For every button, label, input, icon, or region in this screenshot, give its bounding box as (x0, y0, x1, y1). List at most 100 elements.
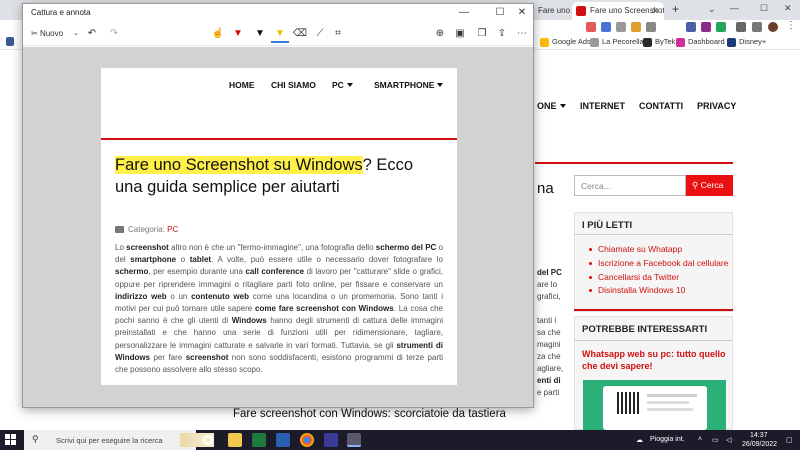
ruler-icon[interactable]: ⟋ (311, 25, 329, 43)
bookmark-item[interactable]: Disney+ (727, 36, 766, 48)
body-text: altro non è che un "fermo-immagine", una… (168, 243, 376, 252)
extension-icon[interactable] (646, 22, 656, 32)
captured-image[interactable]: HOME CHI SIAMO PC SMARTPHONE Fare uno Sc… (101, 68, 457, 385)
chrome-icon[interactable] (300, 433, 314, 447)
body-text: , per esempio durante una (148, 267, 246, 277)
article-thumbnail[interactable] (583, 380, 726, 430)
extension-icon[interactable] (701, 22, 711, 32)
text-fragment: enti di (537, 376, 561, 385)
site-nav-item[interactable]: PRIVACY (697, 101, 736, 111)
whatsapp-web-qr-image (603, 386, 707, 430)
app-icon[interactable] (324, 433, 338, 447)
bookmark-item[interactable]: Dashboard (676, 36, 725, 48)
eraser-icon[interactable]: ⌫ (291, 25, 309, 43)
ballpoint-pen-icon[interactable]: ▼ (229, 25, 247, 43)
divider (535, 162, 733, 164)
clock-time[interactable]: 14:37 (750, 432, 768, 439)
most-read-link[interactable]: Cancellarsi da Twitter (598, 272, 679, 282)
captured-nav-item: HOME (229, 80, 255, 90)
chevron-down-icon[interactable]: ⌄ (71, 25, 81, 43)
maximize-button[interactable]: ☐ (489, 5, 511, 21)
extension-icon[interactable] (601, 22, 611, 32)
captured-nav-item: SMARTPHONE (374, 80, 444, 90)
text-fragment: magini (537, 340, 561, 349)
undo-button[interactable]: ↶ (83, 25, 101, 43)
minimize-icon[interactable]: — (730, 3, 739, 13)
most-read-link[interactable]: Disinstalla Windows 10 (598, 285, 685, 295)
divider (574, 340, 733, 341)
redo-button[interactable]: ↷ (105, 25, 123, 43)
windows-start-icon[interactable] (5, 434, 17, 446)
highlighter-icon[interactable]: ▼ (271, 25, 289, 43)
taskbar-search-box[interactable]: ⚲ Scrivi qui per eseguire la ricerca (24, 430, 214, 450)
network-icon[interactable]: ▭ (712, 436, 719, 444)
avatar[interactable] (768, 22, 778, 32)
bold-text: indirizzo web (115, 291, 167, 301)
excel-icon[interactable] (252, 433, 266, 447)
new-tab-button[interactable]: + (672, 2, 679, 16)
search-icon: ⚲ (32, 434, 39, 444)
most-read-link[interactable]: Chiamate su Whatapp (598, 244, 682, 254)
close-button[interactable]: ✕ (511, 5, 533, 21)
word-icon[interactable] (276, 433, 290, 447)
touch-writing-icon[interactable]: ☝ (209, 25, 227, 43)
puzzle-icon[interactable] (736, 22, 746, 32)
minimize-button[interactable]: — (453, 5, 475, 21)
site-nav-item[interactable]: ONE (537, 101, 566, 111)
extension-icon[interactable] (686, 22, 696, 32)
notifications-icon[interactable]: ▢ (786, 436, 793, 444)
playlist-icon[interactable] (752, 22, 762, 32)
most-read-link[interactable]: Iscrizione a Facebook dal cellulare (598, 258, 728, 268)
body-text: per fare (150, 352, 186, 362)
new-snip-button[interactable]: ✂ Nuovo (27, 25, 77, 43)
cortana-icon[interactable] (203, 435, 213, 445)
text-fragment: grafici, (537, 292, 561, 301)
window-title: Cattura e annota (31, 8, 91, 17)
bold-text: schermo del PC (375, 243, 437, 252)
close-tab-icon[interactable]: ✕ (651, 2, 659, 20)
snip-sketch-taskbar-icon[interactable] (347, 433, 361, 447)
volume-icon[interactable]: ◁ (726, 436, 731, 444)
clock-date[interactable]: 26/09/2022 (742, 441, 777, 448)
weather-text[interactable]: Pioggia int. (650, 436, 685, 443)
site-nav-item[interactable]: INTERNET (580, 101, 625, 111)
snip-canvas[interactable]: HOME CHI SIAMO PC SMARTPHONE Fare uno Sc… (23, 47, 533, 407)
file-explorer-icon[interactable] (228, 433, 242, 447)
share-icon[interactable]: ⇪ (493, 25, 511, 43)
site-nav-item[interactable]: CONTATTI (639, 101, 683, 111)
tab-search-icon[interactable]: ⌄ (708, 4, 716, 15)
tray-chevron-icon[interactable]: ˄ (698, 436, 702, 443)
tab-title: Fare uno Screenshot su (538, 6, 570, 15)
weather-icon[interactable]: ☁ (636, 436, 643, 444)
site-search-input[interactable]: Cerca... (574, 175, 686, 196)
snip-icon: ✂ (31, 29, 38, 38)
text-fragment: za che (537, 352, 561, 361)
extension-icon[interactable] (716, 22, 726, 32)
text-fragment: del PC (537, 268, 562, 277)
crop-icon[interactable]: ⌗ (329, 25, 347, 43)
bookmark-item[interactable]: Google Ads (540, 36, 591, 48)
bold-text: tablet (189, 255, 212, 265)
extension-icon[interactable] (616, 22, 626, 32)
save-icon[interactable]: ▣ (451, 25, 469, 43)
bold-text: come fare screenshot con Windows (255, 304, 394, 314)
window-titlebar[interactable]: Cattura e annota — ☐ ✕ (23, 4, 533, 22)
copy-icon[interactable]: ❐ (473, 25, 491, 43)
interest-link[interactable]: Whatsapp web su pc: tutto quello che dev… (582, 348, 727, 372)
browser-tab-active[interactable]: Fare uno Screenshot su Windows ✕ (572, 2, 664, 20)
zoom-icon[interactable]: ⊕ (431, 25, 449, 43)
bold-text: Windows (231, 316, 267, 326)
extension-icon[interactable] (586, 22, 596, 32)
menu-icon[interactable]: ⋮ (786, 20, 796, 31)
pencil-icon[interactable]: ▼ (251, 25, 269, 43)
close-icon[interactable]: ✕ (784, 3, 792, 14)
article-category: Categoria: PC (115, 225, 178, 234)
facebook-icon[interactable] (6, 37, 14, 46)
site-search-button[interactable]: ⚲ Cerca (686, 175, 733, 196)
extension-icon[interactable] (631, 22, 641, 32)
maximize-icon[interactable]: ☐ (760, 3, 768, 14)
divider (574, 234, 733, 235)
bookmark-item[interactable]: ByTek (643, 36, 675, 48)
more-options-icon[interactable]: ⋯ (513, 25, 531, 43)
bookmark-item[interactable]: La Pecorella (590, 36, 644, 48)
